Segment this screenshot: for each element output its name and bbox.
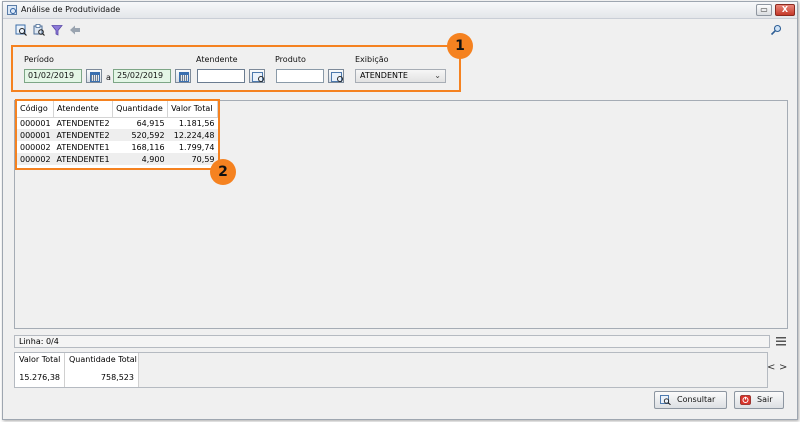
- print-preview-icon[interactable]: [33, 24, 45, 36]
- cell-quantidade: 4,900: [112, 153, 168, 165]
- consultar-button[interactable]: Consultar: [654, 391, 727, 409]
- scroll-left-icon[interactable]: <: [767, 362, 775, 373]
- exibicao-label: Exibição: [355, 55, 389, 64]
- cell-quantidade: 64,915: [136, 118, 165, 128]
- status-bar: Linha: 0/4: [14, 335, 770, 348]
- cell-valor-total: 1.181,56: [178, 118, 215, 128]
- totals-panel: Valor Total 15.276,38 Quantidade Total 7…: [14, 352, 768, 388]
- produto-label: Produto: [275, 55, 306, 64]
- title-bar: Análise de Produtividade ▭ X: [3, 2, 797, 19]
- cell-quantidade: 168,116: [131, 142, 165, 152]
- filter-icon[interactable]: [51, 24, 63, 36]
- results-table-highlight: Código Atendente Quantidade Valor Total …: [15, 99, 220, 170]
- row-count-text: Linha: 0/4: [19, 337, 59, 346]
- column-header-valor-total[interactable]: Valor Total: [167, 101, 218, 118]
- table-row[interactable]: 000002 ATENDENTE1 4,900 70,59: [17, 153, 218, 165]
- atendente-lookup-button[interactable]: [249, 69, 265, 83]
- exibicao-select[interactable]: ATENDENTE ⌄: [355, 69, 446, 83]
- valor-total-column: Valor Total 15.276,38: [15, 353, 65, 387]
- cell-valor-total: 1.799,74: [178, 142, 215, 152]
- callout-badge-1: 1: [447, 33, 473, 59]
- atendente-label: Atendente: [196, 55, 238, 64]
- column-header-quantidade[interactable]: Quantidade: [112, 101, 169, 118]
- table-row[interactable]: 000002 ATENDENTE1 168,116 1.799,74: [17, 141, 218, 153]
- periodo-label: Período: [24, 55, 54, 64]
- produto-field[interactable]: [276, 69, 324, 83]
- window-title: Análise de Produtividade: [21, 5, 121, 14]
- app-icon: [7, 5, 17, 15]
- menu-icon[interactable]: [776, 337, 786, 346]
- column-header-atendente[interactable]: Atendente: [53, 101, 114, 118]
- chevron-down-icon: ⌄: [434, 71, 441, 80]
- table-row[interactable]: 000001 ATENDENTE2 64,915 1.181,56: [17, 117, 218, 129]
- date-from-field[interactable]: 01/02/2019: [24, 69, 82, 83]
- cell-valor-total: 70,59: [167, 153, 218, 165]
- quantidade-total-label: Quantidade Total: [69, 355, 137, 364]
- filter-panel: Período 01/02/2019 a 25/02/2019 Atendent…: [11, 45, 461, 92]
- date-separator: a: [106, 73, 111, 82]
- sair-button[interactable]: Sair: [734, 391, 784, 409]
- cell-codigo: 000001: [17, 129, 54, 141]
- cell-atendente: ATENDENTE1: [53, 153, 113, 165]
- back-arrow-icon[interactable]: [69, 24, 81, 36]
- magnifier-report-icon: [660, 395, 671, 405]
- date-to-field[interactable]: 25/02/2019: [113, 69, 171, 83]
- table-row[interactable]: 000001 ATENDENTE2 520,592 12.224,48: [17, 129, 218, 141]
- exibicao-value: ATENDENTE: [360, 71, 408, 80]
- view-report-icon[interactable]: [15, 24, 27, 36]
- quantidade-total-value: 758,523: [100, 373, 134, 382]
- calendar-from-button[interactable]: [86, 69, 102, 83]
- valor-total-label: Valor Total: [19, 355, 61, 364]
- callout-badge-2: 2: [210, 159, 236, 185]
- cell-atendente: ATENDENTE2: [56, 118, 110, 128]
- produto-lookup-button[interactable]: [328, 69, 344, 83]
- calendar-to-button[interactable]: [175, 69, 191, 83]
- column-header-codigo[interactable]: Código: [17, 101, 55, 118]
- close-button[interactable]: X: [775, 4, 795, 16]
- results-table: Código Atendente Quantidade Valor Total …: [17, 101, 218, 165]
- valor-total-value: 15.276,38: [19, 373, 60, 382]
- search-icon[interactable]: [770, 24, 782, 36]
- cell-atendente: ATENDENTE1: [56, 142, 110, 152]
- app-window: Análise de Produtividade ▭ X Período 01/…: [2, 1, 798, 420]
- consultar-label: Consultar: [677, 395, 716, 404]
- cell-valor-total: 12.224,48: [167, 129, 218, 141]
- atendente-field[interactable]: [197, 69, 245, 83]
- cell-codigo: 000002: [17, 153, 54, 165]
- cell-codigo: 000001: [20, 118, 51, 128]
- quantidade-total-column: Quantidade Total 758,523: [65, 353, 139, 387]
- sair-label: Sair: [757, 395, 773, 404]
- cell-codigo: 000002: [20, 142, 51, 152]
- cell-quantidade: 520,592: [112, 129, 168, 141]
- minimize-button[interactable]: ▭: [756, 4, 772, 16]
- cell-atendente: ATENDENTE2: [53, 129, 113, 141]
- exit-icon: [740, 395, 751, 405]
- scroll-right-icon[interactable]: >: [779, 362, 787, 373]
